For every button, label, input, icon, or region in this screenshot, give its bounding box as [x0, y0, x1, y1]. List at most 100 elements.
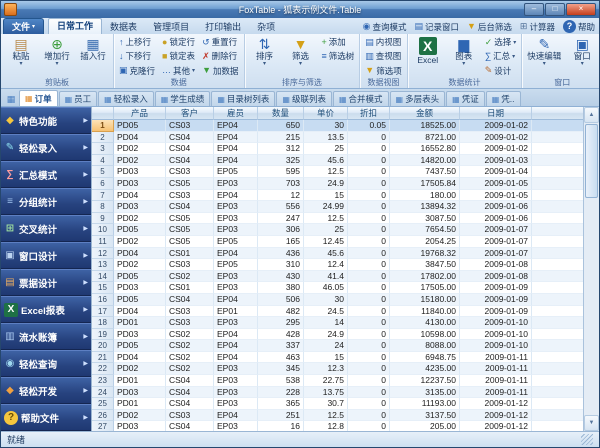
doc-tab-7[interactable]: ▦合并模式	[333, 91, 389, 106]
cell[interactable]: 215	[258, 132, 304, 144]
cell[interactable]: 0	[348, 213, 390, 225]
ribbon-button[interactable]: ●锁定行	[160, 35, 197, 49]
cell[interactable]: EP03	[214, 387, 258, 399]
sidebar-item-10[interactable]: ◉轻松查询▶	[1, 350, 91, 377]
cell[interactable]: 2009-01-09	[460, 282, 532, 294]
cell[interactable]: CS03	[166, 166, 214, 178]
row-number[interactable]: 19	[92, 329, 114, 341]
cell[interactable]: 0	[348, 248, 390, 260]
cell[interactable]: 12.4	[304, 259, 348, 271]
cell[interactable]: 0	[348, 259, 390, 271]
cell[interactable]: PD03	[114, 387, 166, 399]
cell[interactable]: PD02	[114, 143, 166, 155]
cell[interactable]: 41.4	[304, 271, 348, 283]
cell[interactable]: 0	[348, 178, 390, 190]
cell[interactable]: 3137.50	[390, 410, 460, 422]
cell[interactable]: EP04	[214, 120, 258, 132]
doc-tab-10[interactable]: ▦凭..	[486, 91, 521, 106]
cell[interactable]: PD03	[114, 201, 166, 213]
cell[interactable]: PD04	[114, 132, 166, 144]
cell[interactable]: EP05	[214, 236, 258, 248]
cell[interactable]: 0	[348, 132, 390, 144]
cell[interactable]: CS02	[166, 329, 214, 341]
cell[interactable]: EP04	[214, 294, 258, 306]
ribbon-button[interactable]: ▼筛选▾	[284, 35, 318, 78]
cell[interactable]: 8721.00	[390, 132, 460, 144]
cell[interactable]: 312	[258, 143, 304, 155]
cell[interactable]: 0	[348, 294, 390, 306]
cell[interactable]: 16552.80	[390, 143, 460, 155]
cell[interactable]: 228	[258, 387, 304, 399]
cell[interactable]: 2009-01-03	[460, 155, 532, 167]
doc-tab-3[interactable]: ▦轻松录入	[98, 91, 154, 106]
column-header[interactable]: 金额	[390, 107, 460, 120]
cell[interactable]: 6948.75	[390, 352, 460, 364]
ribbon-right-button-5[interactable]: ?帮助	[561, 20, 597, 33]
cell[interactable]: EP03	[214, 398, 258, 410]
cell[interactable]: EP04	[214, 352, 258, 364]
cell[interactable]: CS05	[166, 236, 214, 248]
cell[interactable]: PD03	[114, 421, 166, 431]
cell[interactable]: 15	[304, 352, 348, 364]
ribbon-button[interactable]: ▥查视图	[363, 49, 403, 63]
doc-tab-6[interactable]: ▦级联列表	[276, 91, 332, 106]
cell[interactable]: 45.6	[304, 155, 348, 167]
cell[interactable]: 2009-01-08	[460, 271, 532, 283]
cell[interactable]: PD04	[114, 248, 166, 260]
cell[interactable]: 0	[348, 363, 390, 375]
column-header[interactable]: 雇员	[214, 107, 258, 120]
cell[interactable]: CS03	[166, 120, 214, 132]
row-number[interactable]: 14	[92, 271, 114, 283]
ribbon-button[interactable]: ▣窗口▾	[565, 35, 599, 78]
close-button[interactable]: ×	[566, 3, 596, 16]
cell[interactable]: 205.00	[390, 421, 460, 431]
cell[interactable]: 13.5	[304, 132, 348, 144]
doc-tab-5[interactable]: ▦目录树列表	[211, 91, 275, 106]
cell[interactable]: 11193.00	[390, 398, 460, 410]
row-number[interactable]: 10	[92, 224, 114, 236]
cell[interactable]: 12.5	[304, 166, 348, 178]
ribbon-button[interactable]: XExcel	[411, 35, 445, 78]
sidebar-item-4[interactable]: ≡分组统计▶	[1, 188, 91, 215]
ribbon-tab-2[interactable]: 数据表	[102, 20, 145, 34]
ribbon-button[interactable]: ✓选择▾	[483, 35, 519, 49]
grid-corner[interactable]	[92, 107, 114, 120]
cell[interactable]: 0	[348, 155, 390, 167]
cell[interactable]: CS04	[166, 294, 214, 306]
cell[interactable]: 2009-01-02	[460, 120, 532, 132]
cell[interactable]: 15180.00	[390, 294, 460, 306]
ribbon-button[interactable]: ⊕增加行▾	[40, 35, 74, 78]
cell[interactable]: 2009-01-02	[460, 132, 532, 144]
cell[interactable]: 595	[258, 166, 304, 178]
cell[interactable]: CS04	[166, 398, 214, 410]
cell[interactable]: 0	[348, 329, 390, 341]
cell[interactable]: EP05	[214, 166, 258, 178]
cell[interactable]: 2009-01-07	[460, 248, 532, 260]
sidebar-item-8[interactable]: XExcel报表▶	[1, 296, 91, 323]
cell[interactable]: 2009-01-06	[460, 213, 532, 225]
cell[interactable]: 18525.00	[390, 120, 460, 132]
row-number[interactable]: 6	[92, 178, 114, 190]
cell[interactable]: 15	[304, 190, 348, 202]
cell[interactable]: 430	[258, 271, 304, 283]
ribbon-button[interactable]: +添加	[320, 35, 357, 49]
ribbon-button[interactable]: ✎快速编辑▾	[525, 35, 563, 78]
cell[interactable]: CS03	[166, 317, 214, 329]
ribbon-button[interactable]: ▤内视图	[363, 35, 403, 49]
ribbon-tab-4[interactable]: 打印输出	[197, 20, 249, 34]
ribbon-button[interactable]: ↺重置行	[200, 35, 240, 49]
row-number[interactable]: 21	[92, 352, 114, 364]
cell[interactable]: EP03	[214, 363, 258, 375]
ribbon-button[interactable]: ↓下移行	[117, 49, 157, 63]
ribbon-tab-5[interactable]: 杂项	[249, 20, 283, 34]
cell[interactable]: PD04	[114, 306, 166, 318]
cell[interactable]: PD05	[114, 224, 166, 236]
cell[interactable]: EP03	[214, 178, 258, 190]
cell[interactable]: PD01	[114, 398, 166, 410]
row-number[interactable]: 17	[92, 306, 114, 318]
sidebar-item-1[interactable]: ◆特色功能▶	[1, 107, 91, 134]
column-header[interactable]: 数量	[258, 107, 304, 120]
cell[interactable]: PD05	[114, 340, 166, 352]
ribbon-button[interactable]: ▣克隆行	[117, 64, 157, 78]
tab-list-icon[interactable]: ▦	[3, 92, 19, 106]
